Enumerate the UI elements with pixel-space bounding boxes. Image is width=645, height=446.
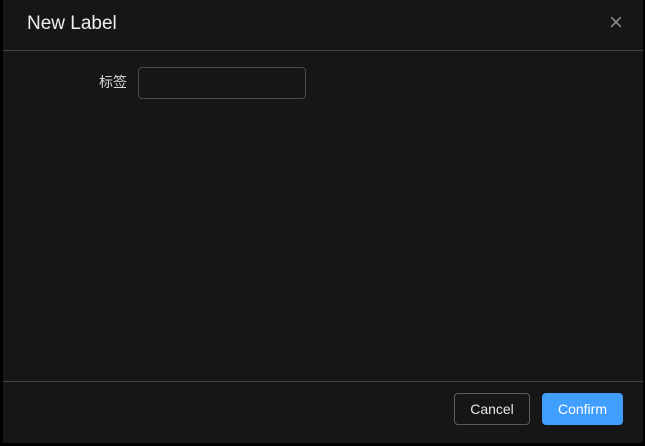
label-input[interactable] [138, 67, 306, 99]
close-icon[interactable] [606, 12, 626, 32]
label-form-row: 标签 [3, 67, 643, 99]
cancel-button[interactable]: Cancel [454, 393, 530, 425]
dialog-footer: Cancel Confirm [3, 381, 643, 443]
dialog-header: New Label [3, 0, 643, 51]
new-label-dialog: New Label 标签 Cancel Confirm [3, 0, 643, 443]
dialog-title: New Label [27, 13, 117, 34]
confirm-button[interactable]: Confirm [542, 393, 623, 425]
label-field-label: 标签 [99, 75, 127, 91]
